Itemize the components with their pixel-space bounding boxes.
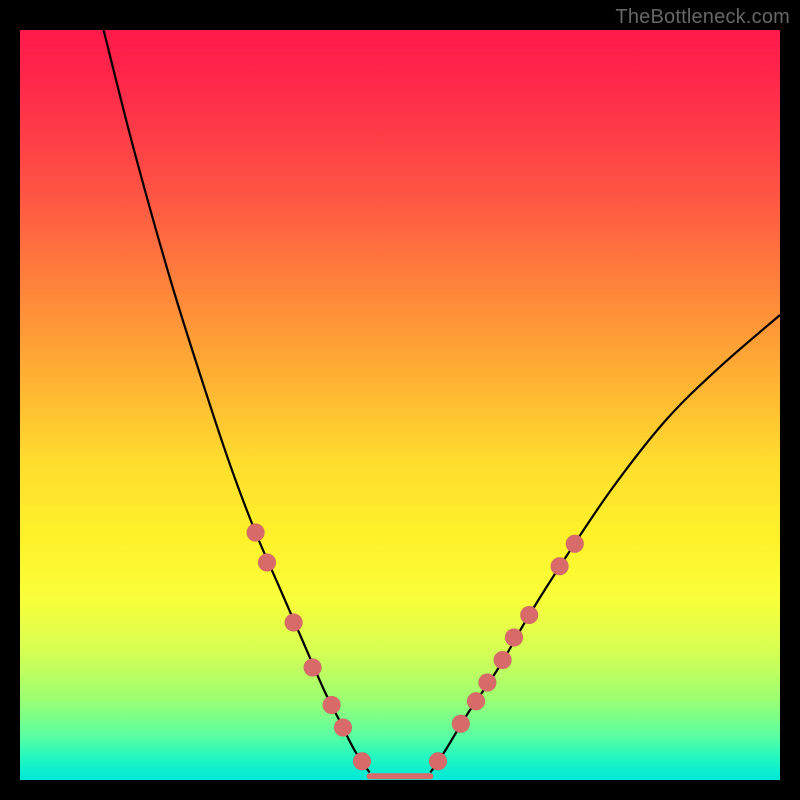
marker-dot (247, 524, 265, 542)
marker-dot (505, 629, 523, 647)
marker-dot (478, 674, 496, 692)
marker-dot (353, 752, 371, 770)
curve-left-branch (104, 30, 370, 773)
marker-dot (551, 557, 569, 575)
plot-area (20, 30, 780, 780)
watermark-text: TheBottleneck.com (615, 6, 790, 29)
marker-dots-group (247, 524, 584, 771)
curve-layer (20, 30, 780, 780)
marker-dot (334, 719, 352, 737)
marker-dot (566, 535, 584, 553)
marker-dot (323, 696, 341, 714)
marker-dot (452, 715, 470, 733)
marker-dot (304, 659, 322, 677)
marker-dot (285, 614, 303, 632)
marker-dot (429, 752, 447, 770)
marker-dot (258, 554, 276, 572)
marker-dot (467, 692, 485, 710)
chart-frame: TheBottleneck.com (0, 0, 800, 800)
marker-dot (520, 606, 538, 624)
marker-dot (494, 651, 512, 669)
